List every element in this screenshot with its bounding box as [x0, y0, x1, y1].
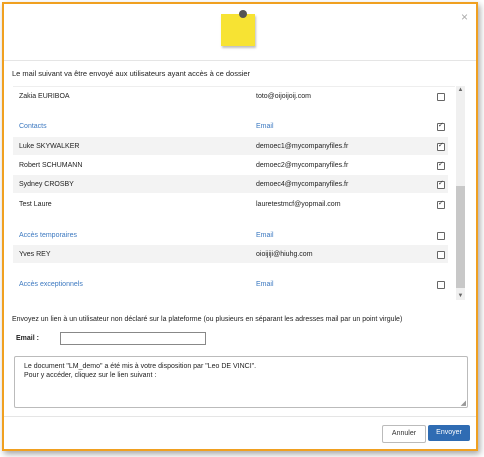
intro-text: Le mail suivant va être envoyé aux utili…: [12, 69, 251, 78]
section-header-temporary: Accès temporaires Email: [13, 226, 448, 244]
section-checkbox[interactable]: [437, 281, 445, 289]
recipient-name: Test Laure: [19, 201, 52, 208]
recipient-name: Luke SKYWALKER: [19, 143, 80, 150]
message-line-2: Pour y accéder, cliquez sur le lien suiv…: [24, 372, 157, 379]
scroll-thumb[interactable]: [456, 186, 465, 288]
list-row: Zakia EURIBOA toto@oijoijoij.com: [13, 87, 448, 105]
footer-divider: [4, 416, 476, 417]
list-row: Sydney CROSBY demoec4@mycompanyfiles.fr: [13, 175, 448, 193]
section-title: Accès exceptionnels: [19, 281, 83, 288]
message-line-1: Le document "LM_demo" a été mis à votre …: [24, 363, 257, 370]
section-title: Contacts: [19, 123, 47, 130]
recipient-name: Robert SCHUMANN: [19, 162, 83, 169]
list-row: Luke SKYWALKER demoec1@mycompanyfiles.fr: [13, 137, 448, 155]
scroll-up-icon[interactable]: ▲: [456, 87, 465, 93]
section-email-header: Email: [256, 123, 274, 130]
recipient-checkbox[interactable]: [437, 93, 445, 101]
close-icon[interactable]: ×: [461, 10, 468, 24]
section-checkbox[interactable]: [437, 232, 445, 240]
recipient-name: Sydney CROSBY: [19, 181, 74, 188]
list-row: Test Laure lauretestmcf@yopmail.com: [13, 195, 448, 213]
resize-handle-icon[interactable]: ◢: [461, 399, 466, 407]
section-header-exceptional: Accès exceptionnels Email: [13, 275, 448, 293]
recipient-checkbox[interactable]: [437, 141, 445, 151]
section-title: Accès temporaires: [19, 232, 77, 239]
section-email-header: Email: [256, 281, 274, 288]
recipient-checkbox[interactable]: [437, 179, 445, 189]
list-row: Yves REY oioijiji@hiuhg.com: [13, 245, 448, 263]
recipient-email: demoec2@mycompanyfiles.fr: [256, 162, 349, 169]
email-label: Email :: [16, 335, 39, 342]
recipient-email: lauretestmcf@yopmail.com: [256, 201, 341, 208]
header-divider: [4, 60, 476, 61]
share-dialog: × Le mail suivant va être envoyé aux uti…: [2, 2, 478, 451]
list-scrollbar[interactable]: ▲ ▼: [456, 86, 465, 300]
recipient-name: Yves REY: [19, 251, 51, 258]
section-checkbox[interactable]: [437, 121, 445, 131]
recipient-list: Zakia EURIBOA toto@oijoijoij.com Contact…: [13, 86, 455, 301]
recipient-email: toto@oijoijoij.com: [256, 93, 311, 100]
message-textarea[interactable]: Le document "LM_demo" a été mis à votre …: [14, 356, 468, 408]
email-field[interactable]: [60, 332, 206, 345]
scroll-down-icon[interactable]: ▼: [456, 293, 465, 299]
recipient-email: oioijiji@hiuhg.com: [256, 251, 313, 258]
external-share-description: Envoyez un lien à un utilisateur non déc…: [12, 316, 403, 323]
recipient-checkbox[interactable]: [437, 251, 445, 259]
recipient-name: Zakia EURIBOA: [19, 93, 70, 100]
pin-icon: [239, 10, 247, 18]
send-button[interactable]: Envoyer: [428, 425, 470, 441]
recipient-email: demoec4@mycompanyfiles.fr: [256, 181, 349, 188]
cancel-button[interactable]: Annuler: [382, 425, 426, 443]
sticky-note-icon: [221, 10, 255, 46]
recipient-email: demoec1@mycompanyfiles.fr: [256, 143, 349, 150]
list-row: Robert SCHUMANN demoec2@mycompanyfiles.f…: [13, 156, 448, 174]
section-header-contacts: Contacts Email: [13, 117, 448, 135]
section-email-header: Email: [256, 232, 274, 239]
recipient-checkbox[interactable]: [437, 199, 445, 209]
recipient-checkbox[interactable]: [437, 160, 445, 170]
